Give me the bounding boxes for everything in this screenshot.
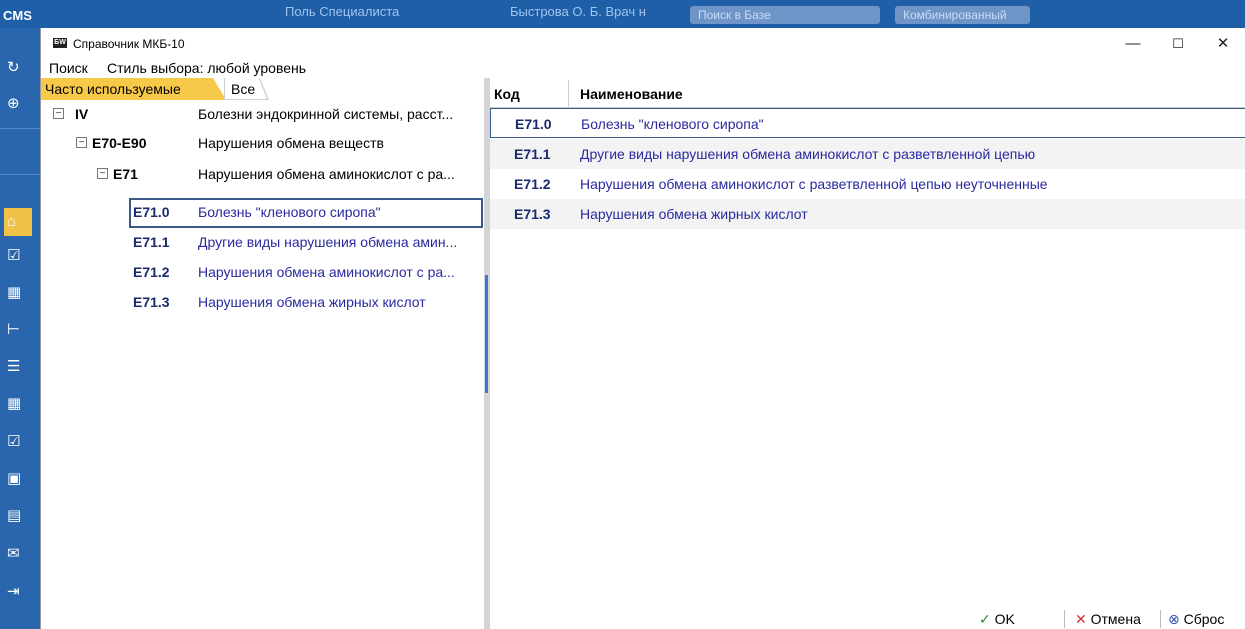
dialog-title: Справочник МКБ-10 bbox=[73, 37, 185, 51]
collapse-icon[interactable]: − bbox=[53, 108, 64, 119]
exit-icon: ⇥ bbox=[7, 583, 20, 600]
mkb10-dialog: БW Справочник МКБ-10 — ☐ ✕ Поиск Стиль в… bbox=[40, 28, 1245, 629]
bg-mode-select: Комбинированный bbox=[895, 6, 1030, 24]
collapse-icon[interactable]: − bbox=[97, 168, 108, 179]
tree-name: Нарушения обмена аминокислот с ра... bbox=[198, 166, 455, 182]
tab-frequent-label: Часто используемые bbox=[45, 81, 181, 97]
reset-icon: ⊗ bbox=[1168, 611, 1180, 627]
search-menu[interactable]: Поиск bbox=[49, 60, 88, 76]
code-grid: Код Наименование E71.0 Болезнь "кленовог… bbox=[490, 78, 1245, 629]
tree-code: E71.2 bbox=[133, 264, 170, 280]
cell-name: Нарушения обмена аминокислот с разветвле… bbox=[580, 176, 1048, 192]
maximize-button[interactable]: ☐ bbox=[1158, 32, 1198, 56]
cell-code: E71.0 bbox=[515, 116, 552, 132]
mail-icon: ✉ bbox=[7, 545, 20, 562]
add-icon: ⊕ bbox=[7, 95, 20, 112]
briefcase-icon: ▣ bbox=[7, 470, 22, 487]
tree-name: Другие виды нарушения обмена амин... bbox=[198, 234, 458, 250]
app-logo: CMS bbox=[0, 0, 40, 28]
tree-name: Нарушения обмена аминокислот с ра... bbox=[198, 264, 455, 280]
column-divider bbox=[568, 80, 569, 107]
cancel-icon: ✕ bbox=[1075, 611, 1087, 627]
dialog-titlebar: БW Справочник МКБ-10 — ☐ ✕ bbox=[41, 28, 1245, 60]
tree-item-iv[interactable]: − IV Болезни эндокринной системы, расст.… bbox=[41, 100, 484, 128]
reset-label: Сброс bbox=[1183, 611, 1225, 627]
refresh-icon: ↻ bbox=[7, 59, 20, 76]
column-header-code[interactable]: Код bbox=[494, 86, 520, 102]
tree-item-e71-1[interactable]: E71.1 Другие виды нарушения обмена амин.… bbox=[41, 228, 484, 256]
table-row[interactable]: E71.3 Нарушения обмена жирных кислот bbox=[490, 199, 1245, 229]
cancel-label: Отмена bbox=[1090, 611, 1141, 627]
cell-name: Другие виды нарушения обмена аминокислот… bbox=[580, 146, 1036, 162]
tree-code: E70-E90 bbox=[92, 135, 147, 151]
home-icon: ⌂ bbox=[4, 208, 32, 236]
tab-all-label: Все bbox=[231, 81, 256, 97]
grid-icon: ▦ bbox=[7, 284, 22, 301]
bg-menu-item: Поль Специалиста bbox=[285, 4, 400, 19]
cell-code: E71.1 bbox=[514, 146, 551, 162]
cell-name: Болезнь "кленового сиропа" bbox=[581, 116, 764, 132]
bed-icon: ⊢ bbox=[7, 321, 21, 338]
tree-name: Нарушения обмена веществ bbox=[198, 135, 384, 151]
checkbox-icon: ☑ bbox=[7, 247, 21, 264]
reset-button[interactable]: ⊗ Сброс bbox=[1168, 611, 1224, 628]
ok-label: OK bbox=[994, 611, 1015, 627]
list-icon: ☰ bbox=[7, 358, 21, 375]
table-icon: ▤ bbox=[7, 507, 22, 524]
tree-code: IV bbox=[75, 106, 89, 122]
dialog-app-icon: БW bbox=[53, 38, 67, 48]
tree-name: Болезни эндокринной системы, расст... bbox=[198, 106, 454, 122]
column-header-name[interactable]: Наименование bbox=[580, 86, 683, 102]
tree-code: E71.1 bbox=[133, 234, 170, 250]
table-row[interactable]: E71.1 Другие виды нарушения обмена амино… bbox=[490, 139, 1245, 169]
table-row[interactable]: E71.0 Болезнь "кленового сиропа" bbox=[490, 108, 1245, 138]
tree-pane: Часто используемые Все − IV Болезни эндо… bbox=[41, 78, 484, 629]
cell-code: E71.2 bbox=[514, 176, 551, 192]
close-button[interactable]: ✕ bbox=[1203, 32, 1243, 56]
checkmark-icon: ✓ bbox=[979, 611, 991, 627]
tree-item-e71[interactable]: − E71 Нарушения обмена аминокислот с ра.… bbox=[41, 156, 484, 184]
table-row[interactable]: E71.2 Нарушения обмена аминокислот с раз… bbox=[490, 169, 1245, 199]
calendar-icon: ▦ bbox=[7, 395, 22, 412]
tree-item-e71-2[interactable]: E71.2 Нарушения обмена аминокислот с ра.… bbox=[41, 258, 484, 286]
dialog-toolbar: Поиск Стиль выбора: любой уровень bbox=[41, 60, 1245, 78]
tree-name: Нарушения обмена жирных кислот bbox=[198, 294, 426, 310]
splitter-grip[interactable] bbox=[485, 275, 488, 393]
tree-item-e71-3[interactable]: E71.3 Нарушения обмена жирных кислот bbox=[41, 288, 484, 316]
bg-search-input: Поиск в Базе bbox=[690, 6, 880, 24]
cell-code: E71.3 bbox=[514, 206, 551, 222]
tree-code: E71 bbox=[113, 166, 138, 182]
collapse-icon[interactable]: − bbox=[76, 137, 87, 148]
tree-selection-box bbox=[129, 198, 483, 228]
tree-code: E71.3 bbox=[133, 294, 170, 310]
minimize-button[interactable]: — bbox=[1113, 32, 1153, 56]
dialog-footer: ✓ OK ✕ Отмена ⊗ Сброс bbox=[490, 608, 1245, 629]
ok-button[interactable]: ✓ OK bbox=[979, 611, 1015, 628]
cell-name: Нарушения обмена жирных кислот bbox=[580, 206, 808, 222]
grid-header: Код Наименование bbox=[490, 78, 1245, 108]
background-sidebar: ↻ ⊕ ⌂ ☑ ▦ ⊢ ☰ ▦ ☑ ▣ ▤ ✉ ⇥ bbox=[0, 28, 40, 629]
tree-item-e70-e90[interactable]: − E70-E90 Нарушения обмена веществ bbox=[41, 128, 484, 156]
cancel-button[interactable]: ✕ Отмена bbox=[1075, 611, 1141, 628]
bg-user-item: Быстрова О. Б. Врач н bbox=[510, 4, 646, 19]
check-icon: ☑ bbox=[7, 433, 21, 450]
selection-style-menu[interactable]: Стиль выбора: любой уровень bbox=[107, 60, 306, 76]
